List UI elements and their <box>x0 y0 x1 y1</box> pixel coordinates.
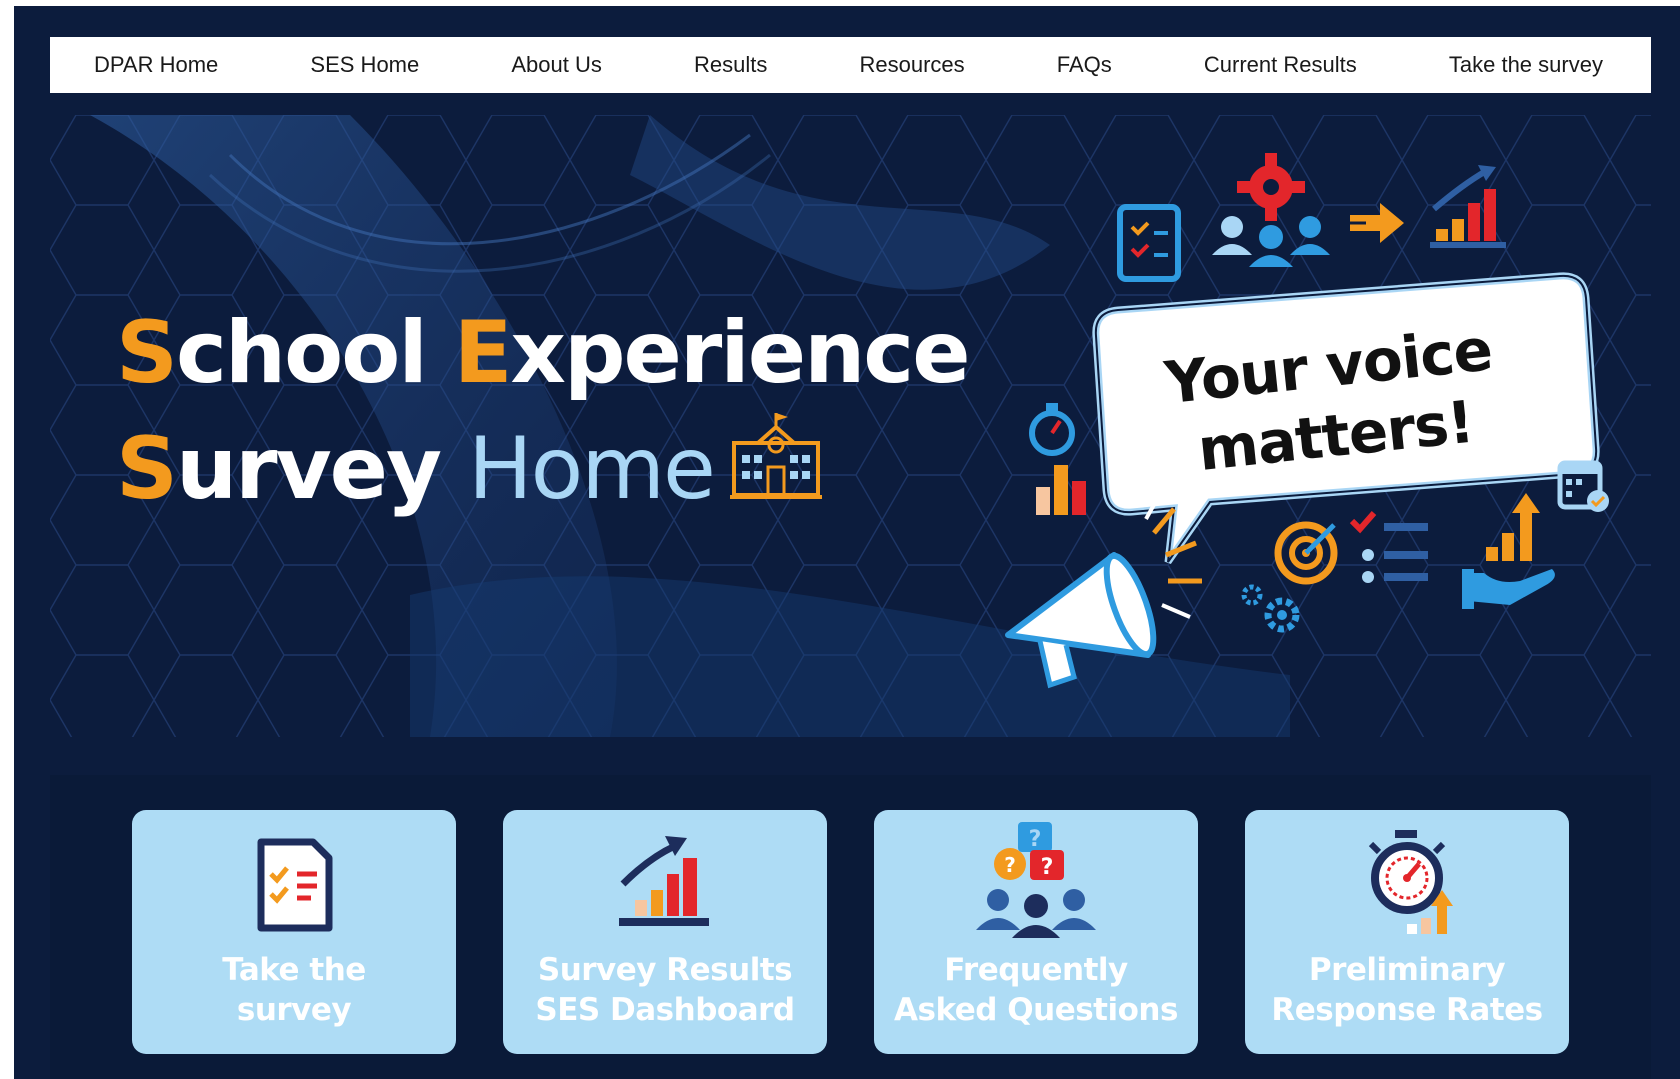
card-label-line-1: Preliminary <box>1308 952 1506 988</box>
card-preliminary-response-rates[interactable]: Preliminary Response Rates <box>1245 810 1569 1054</box>
card-label-line-1: Frequently <box>944 952 1128 988</box>
card-take-the-survey[interactable]: Take the survey <box>132 810 456 1054</box>
faq-people-icon: ? ? ? <box>874 822 1198 948</box>
card-survey-results[interactable]: Survey Results SES Dashboard <box>503 810 827 1054</box>
card-label: Preliminary Response Rates <box>1245 950 1569 1030</box>
card-label: Frequently Asked Questions <box>874 950 1198 1030</box>
bar-chart-icon <box>1036 465 1086 515</box>
card-label-line-2: survey <box>236 992 352 1028</box>
nav-ses-home[interactable]: SES Home <box>310 52 419 78</box>
target-icon <box>1274 521 1338 585</box>
arrow-icon <box>1344 203 1404 243</box>
card-faqs[interactable]: ? ? ? Frequently Asked Questions <box>874 810 1198 1054</box>
survey-checklist-icon <box>132 828 456 948</box>
card-label: Survey Results SES Dashboard <box>503 950 827 1030</box>
nav-results[interactable]: Results <box>694 52 767 78</box>
nav-resources[interactable]: Resources <box>859 52 964 78</box>
team-gear-icon <box>1212 153 1330 267</box>
growth-chart-icon <box>503 828 827 948</box>
card-label-line-2: Asked Questions <box>894 992 1178 1028</box>
card-label-line-1: Take the <box>222 952 366 988</box>
nav-dpar-home[interactable]: DPAR Home <box>94 52 218 78</box>
nav-faqs[interactable]: FAQs <box>1057 52 1112 78</box>
svg-text:?: ? <box>1029 827 1042 852</box>
card-label: Take the survey <box>132 950 456 1030</box>
growth-chart-icon <box>1430 165 1506 248</box>
nav-current-results[interactable]: Current Results <box>1204 52 1357 78</box>
top-nav: DPAR Home SES Home About Us Results Reso… <box>50 37 1651 93</box>
gears-icon <box>1241 584 1300 633</box>
quick-links: Take the survey Survey Results SES Dashb… <box>50 775 1651 1079</box>
calendar-check-icon <box>1557 460 1609 512</box>
card-label-line-2: SES Dashboard <box>535 992 795 1028</box>
survey-checklist-icon <box>1117 204 1181 282</box>
nav-about-us[interactable]: About Us <box>511 52 602 78</box>
card-label-line-2: Response Rates <box>1271 992 1543 1028</box>
nav-take-the-survey[interactable]: Take the survey <box>1449 52 1603 78</box>
stopwatch-growth-icon <box>1245 828 1569 948</box>
card-label-line-1: Survey Results <box>537 952 793 988</box>
hand-growth-icon <box>1462 493 1555 609</box>
megaphone-icon <box>1005 500 1202 689</box>
stopwatch-icon <box>1029 403 1075 456</box>
hero-icons <box>1005 153 1609 689</box>
hero-banner: School Experience Survey Home Your voice… <box>50 115 1651 737</box>
list-icon <box>1349 511 1428 583</box>
svg-text:?: ? <box>1004 853 1016 877</box>
svg-text:?: ? <box>1041 855 1054 880</box>
